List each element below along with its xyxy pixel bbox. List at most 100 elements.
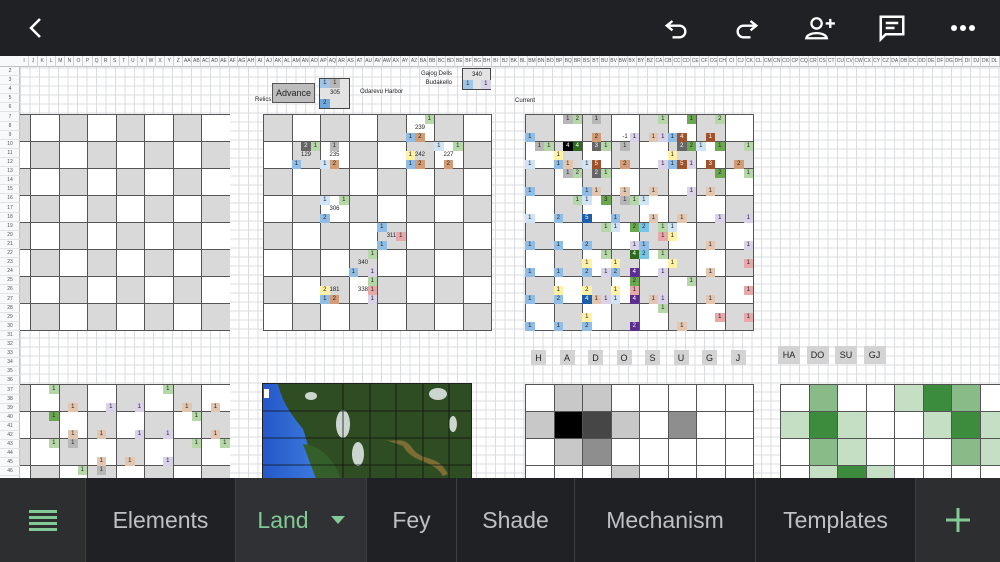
column-header[interactable]: AW: [383, 56, 392, 67]
column-header[interactable]: AG: [238, 56, 247, 67]
row-header[interactable]: 16: [0, 194, 20, 204]
board-cell[interactable]: [144, 195, 174, 223]
menu-icon[interactable]: [0, 478, 85, 562]
row-header[interactable]: 15: [0, 185, 20, 195]
column-header[interactable]: CJ: [737, 56, 746, 67]
board-cell[interactable]: [405, 303, 435, 331]
board-cell[interactable]: [291, 249, 321, 277]
column-header[interactable]: CS: [818, 56, 828, 67]
row-header[interactable]: 18: [0, 213, 20, 222]
column-header[interactable]: CD: [682, 56, 692, 67]
column-header[interactable]: DL: [990, 56, 1000, 67]
board-cell[interactable]: [115, 114, 145, 142]
column-header[interactable]: CY: [873, 56, 882, 67]
column-header[interactable]: AU: [365, 56, 374, 67]
column-header[interactable]: DF: [936, 56, 946, 67]
board-cell[interactable]: [58, 249, 88, 277]
board-cell[interactable]: [115, 195, 145, 223]
row-header[interactable]: 33: [0, 349, 20, 359]
row-header[interactable]: 45: [0, 458, 20, 468]
column-header[interactable]: AO: [310, 56, 320, 67]
pair-tag-button[interactable]: DO: [806, 346, 829, 364]
board-cell[interactable]: [144, 465, 174, 478]
column-header[interactable]: BD: [446, 56, 456, 67]
board-cell[interactable]: [291, 276, 321, 304]
board-cell[interactable]: [20, 249, 31, 277]
letter-tag-button[interactable]: U: [673, 350, 689, 365]
board-cell[interactable]: [263, 195, 293, 223]
heat-cell[interactable]: [865, 438, 895, 466]
more-icon[interactable]: [945, 10, 981, 46]
board-cell[interactable]: [20, 438, 31, 466]
row-header[interactable]: 5: [0, 94, 20, 104]
column-header[interactable]: BW: [619, 56, 628, 67]
board-cell[interactable]: [462, 276, 492, 304]
column-header[interactable]: O: [74, 56, 84, 67]
pair-tag-button[interactable]: HA: [778, 346, 800, 364]
column-header[interactable]: CE: [691, 56, 701, 67]
spreadsheet-grid[interactable]: I J K L M N O P Q R S T U V W X Y Z AA AB AC AD AE AF AG AH AI AJ AK…: [0, 56, 1000, 478]
heat-cell[interactable]: [610, 438, 640, 466]
board-cell[interactable]: [201, 141, 230, 169]
board-cell[interactable]: [320, 168, 350, 196]
column-header[interactable]: AM: [292, 56, 302, 67]
board-cell[interactable]: [320, 222, 350, 250]
board-cell[interactable]: [201, 222, 230, 250]
board-cell[interactable]: [462, 195, 492, 223]
heat-cell[interactable]: [865, 411, 895, 439]
column-header[interactable]: CZ: [882, 56, 891, 67]
board-cell[interactable]: [20, 168, 31, 196]
row-header[interactable]: 6: [0, 103, 20, 113]
column-header[interactable]: DE: [927, 56, 937, 67]
board-cell[interactable]: [201, 303, 230, 331]
column-header[interactable]: AN: [301, 56, 311, 67]
heat-cell[interactable]: [865, 465, 895, 478]
heat-cell[interactable]: [780, 465, 810, 478]
board-cell[interactable]: [348, 114, 378, 142]
heat-cell[interactable]: [696, 438, 726, 466]
column-header[interactable]: AF: [229, 56, 238, 67]
board-cell[interactable]: [58, 222, 88, 250]
column-header[interactable]: AV: [374, 56, 383, 67]
board-cell[interactable]: [58, 276, 88, 304]
heat-cell[interactable]: [582, 411, 612, 439]
board-cell[interactable]: [115, 249, 145, 277]
board-cell[interactable]: [462, 168, 492, 196]
column-header[interactable]: M: [56, 56, 66, 67]
column-header[interactable]: BT: [591, 56, 601, 67]
board-cell[interactable]: [20, 411, 31, 439]
board-cell[interactable]: [30, 276, 60, 304]
row-header[interactable]: 8: [0, 122, 20, 131]
board-cell[interactable]: [172, 276, 202, 304]
board-cell[interactable]: [172, 465, 202, 478]
column-header[interactable]: AB: [192, 56, 202, 67]
column-header[interactable]: AL: [283, 56, 293, 67]
column-header[interactable]: X: [156, 56, 166, 67]
heat-cell[interactable]: [696, 384, 726, 412]
column-header[interactable]: K: [38, 56, 48, 67]
row-header[interactable]: 22: [0, 249, 20, 258]
heat-cell[interactable]: [724, 438, 754, 466]
column-header[interactable]: CI: [727, 56, 737, 67]
heat-cell[interactable]: [780, 438, 810, 466]
column-header[interactable]: R: [102, 56, 111, 67]
column-header[interactable]: CF: [700, 56, 710, 67]
column-header[interactable]: BI: [492, 56, 501, 67]
board-cell[interactable]: [144, 168, 174, 196]
board-cell[interactable]: [201, 249, 230, 277]
board-cell[interactable]: [115, 303, 145, 331]
row-header[interactable]: 43: [0, 440, 20, 450]
heat-cell[interactable]: [808, 384, 838, 412]
board-cell[interactable]: [87, 168, 117, 196]
column-header[interactable]: DK: [981, 56, 991, 67]
heat-cell[interactable]: [667, 384, 697, 412]
column-header[interactable]: BE: [455, 56, 465, 67]
board-cell[interactable]: [172, 195, 202, 223]
pair-tag-button[interactable]: GJ: [863, 346, 886, 364]
board-cell[interactable]: [348, 141, 378, 169]
heat-cell[interactable]: [979, 438, 1000, 466]
board-cell[interactable]: [348, 168, 378, 196]
column-header[interactable]: AT: [356, 56, 365, 67]
column-header[interactable]: CV: [845, 56, 855, 67]
heat-cell[interactable]: [610, 465, 640, 478]
